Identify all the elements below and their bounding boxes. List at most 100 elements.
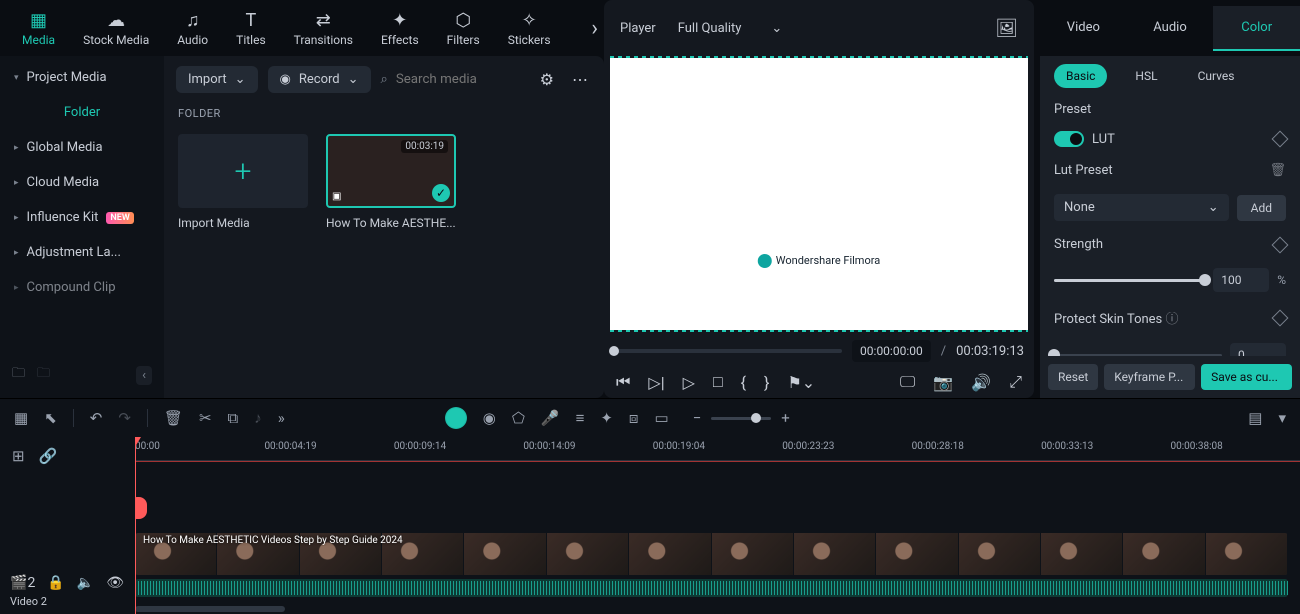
color-wheel-icon[interactable]: ◉ (483, 409, 496, 427)
subtab-hsl[interactable]: HSL (1123, 64, 1169, 88)
sidebar-cloud-media[interactable]: ▸Cloud Media (6, 165, 158, 200)
current-timecode[interactable]: 00:00:00:00 (852, 340, 931, 362)
search-media[interactable]: ⌕ (381, 72, 526, 87)
play-icon[interactable]: ▷ (683, 373, 695, 392)
sidebar-folder[interactable]: Folder (6, 95, 158, 130)
strength-slider[interactable] (1054, 279, 1205, 282)
lut-toggle[interactable] (1054, 131, 1084, 147)
new-folder-icon[interactable]: 🗀 (12, 364, 25, 386)
camera-icon[interactable]: 📷 (933, 373, 953, 392)
track-view-icon[interactable]: ▤ (1248, 409, 1262, 427)
add-lut-button[interactable]: Add (1237, 195, 1286, 221)
save-custom-button[interactable]: Save as cu... (1201, 364, 1292, 390)
display-icon[interactable]: 🖵 (900, 372, 915, 392)
quality-select[interactable]: Full Quality ⌄ (670, 17, 791, 40)
caption-icon[interactable]: ≡ (576, 409, 585, 427)
nav-filters[interactable]: ⬡Filters (433, 5, 494, 51)
keyframe-diamond-icon[interactable] (1272, 236, 1289, 253)
link-icon[interactable]: 🔗 (39, 447, 58, 465)
lut-preset-select[interactable]: None⌄ (1054, 194, 1229, 221)
subtab-basic[interactable]: Basic (1054, 64, 1107, 88)
nav-stickers[interactable]: ✧Stickers (494, 5, 565, 51)
visibility-icon[interactable]: 👁 (106, 575, 124, 591)
sidebar-label: Compound Clip (27, 280, 116, 295)
video-track-clip[interactable]: How To Make AESTHETIC Videos Step by Ste… (135, 533, 1288, 575)
lock-icon[interactable]: 🔒 (47, 575, 64, 591)
nav-media[interactable]: ▦Media (8, 5, 69, 51)
zoom-in-icon[interactable]: + (781, 409, 790, 427)
tab-video[interactable]: Video (1040, 6, 1127, 51)
play-next-icon[interactable]: ▷| (648, 373, 664, 392)
track-options-icon[interactable]: ▾ (1278, 409, 1286, 427)
mute-icon[interactable]: 🔈 (77, 575, 94, 591)
marker-dropdown-icon[interactable]: ⚑⌄ (787, 373, 815, 392)
collapse-sidebar-icon[interactable]: ‹ (136, 366, 152, 385)
reset-button[interactable]: Reset (1048, 364, 1098, 390)
zoom-out-icon[interactable]: − (693, 409, 702, 427)
record-button[interactable]: ◉Record⌄ (268, 66, 371, 93)
sidebar-project-media[interactable]: ▾Project Media (6, 60, 158, 95)
volume-icon[interactable]: 🔊 (971, 373, 991, 392)
folder-icon[interactable]: 🗀 (37, 364, 50, 386)
delete-icon[interactable]: 🗑 (164, 409, 183, 427)
audio-track-clip[interactable] (135, 579, 1288, 597)
playhead[interactable] (135, 437, 136, 614)
keyframe-diamond-icon[interactable] (1272, 131, 1289, 148)
sidebar-adjustment-layer[interactable]: ▸Adjustment La... (6, 235, 158, 270)
layout-icon[interactable]: ▦ (14, 409, 28, 427)
keyframe-diamond-icon[interactable] (1272, 309, 1289, 326)
cut-icon[interactable]: ✂ (199, 409, 212, 427)
more-icon[interactable]: ⋯ (568, 70, 592, 89)
nav-titles[interactable]: TTitles (222, 5, 279, 51)
speed-icon[interactable]: ♪ (254, 409, 262, 427)
subtab-curves[interactable]: Curves (1186, 64, 1247, 88)
media-clip-tile[interactable]: 00:03:19 ▣ ✓ How To Make AESTHE... (326, 134, 456, 230)
snapshot-icon[interactable]: 🖼 (995, 18, 1018, 39)
fullscreen-icon[interactable]: ⤢ (1009, 372, 1022, 392)
nav-more-icon[interactable]: › (591, 16, 598, 41)
video-track-icon[interactable]: 🎬2 (10, 575, 35, 591)
zoom-slider[interactable] (711, 417, 771, 420)
mark-out-icon[interactable]: } (764, 373, 769, 392)
sidebar-influence-kit[interactable]: ▸Influence KitNEW (6, 200, 158, 235)
keyframe-panel-button[interactable]: Keyframe P... (1104, 364, 1195, 390)
strength-value[interactable]: 100 (1213, 268, 1269, 292)
delete-icon[interactable]: 🗑 (1269, 163, 1286, 178)
crop-icon[interactable]: ⧉ (228, 409, 239, 427)
aspect-icon[interactable]: ▭ (654, 409, 668, 427)
tab-audio[interactable]: Audio (1127, 6, 1214, 51)
player-viewport[interactable]: Wondershare Filmora (610, 58, 1028, 330)
sidebar-global-media[interactable]: ▸Global Media (6, 130, 158, 165)
undo-icon[interactable]: ↶ (90, 409, 103, 427)
marker-icon[interactable]: ✦ (600, 409, 613, 427)
redo-icon[interactable]: ↷ (118, 409, 131, 427)
skin-value[interactable]: 0 (1230, 343, 1286, 356)
timeline-ruler[interactable]: 00:00 00:00:04:19 00:00:09:14 00:00:14:0… (135, 437, 1300, 461)
nav-transitions[interactable]: ⇄Transitions (280, 5, 367, 51)
marker[interactable] (135, 497, 147, 519)
nav-stock-media[interactable]: ☁Stock Media (69, 5, 163, 51)
ai-tools-icon[interactable] (445, 407, 467, 429)
nav-audio[interactable]: ♫Audio (163, 5, 222, 51)
prev-frame-icon[interactable]: ⏮ (616, 372, 630, 392)
select-tool-icon[interactable]: ⬉ (44, 409, 57, 427)
import-button[interactable]: Import⌄ (176, 66, 258, 93)
import-media-tile[interactable]: + Import Media (178, 134, 308, 230)
search-input[interactable] (396, 72, 516, 87)
nav-effects[interactable]: ✦Effects (367, 5, 433, 51)
seek-bar[interactable] (614, 349, 842, 353)
voice-icon[interactable]: 🎤 (541, 409, 560, 427)
more-tools-icon[interactable]: » (278, 409, 285, 427)
info-icon[interactable]: ⓘ (1166, 312, 1179, 327)
stop-icon[interactable]: □ (713, 372, 723, 392)
add-track-icon[interactable]: ⊞ (12, 447, 25, 465)
mask-icon[interactable]: ⬠ (512, 409, 525, 427)
timeline-hscroll[interactable] (135, 606, 285, 612)
skin-slider[interactable] (1054, 354, 1222, 357)
timeline-tracks[interactable]: 00:00 00:00:04:19 00:00:09:14 00:00:14:0… (135, 437, 1300, 614)
filter-icon[interactable]: ⚙ (536, 70, 558, 89)
mark-in-icon[interactable]: { (741, 373, 746, 392)
tab-color[interactable]: Color (1213, 6, 1300, 51)
snap-icon[interactable]: ⧈ (629, 409, 639, 427)
sidebar-compound-clip[interactable]: ▸Compound Clip (6, 270, 158, 305)
